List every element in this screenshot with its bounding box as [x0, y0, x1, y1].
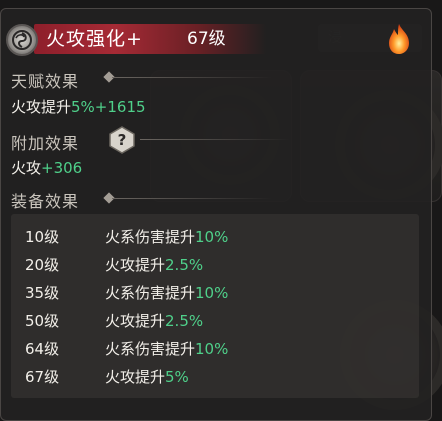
equip-effect: 火攻提升2.5% [105, 308, 203, 334]
svg-text:?: ? [118, 131, 127, 149]
equip-effect: 火攻提升5% [105, 364, 189, 390]
equip-effect: 火系伤害提升10% [105, 336, 228, 362]
equip-effect-label: 火攻提升 [105, 312, 166, 330]
equip-level: 64级 [25, 340, 60, 358]
bonus-effect-text: 火攻+306 [11, 157, 82, 178]
skill-name: 火攻强化+ [46, 28, 143, 50]
equip-effect-label: 火攻提升 [105, 256, 166, 274]
section-divider [140, 139, 290, 140]
equip-effect: 火攻提升2.5% [105, 252, 203, 278]
talent-effect-label: 火攻提升 [11, 98, 72, 116]
fire-icon [384, 22, 414, 56]
bonus-section-title: 附加效果 [11, 134, 80, 153]
equip-effect-value: 5% [165, 368, 189, 386]
section-divider [112, 77, 272, 78]
equip-level: 10级 [25, 228, 60, 246]
equip-effect: 火系伤害提升10% [105, 224, 228, 250]
equip-effect: 火系伤害提升10% [105, 280, 228, 306]
equip-effect-label: 火系伤害提升 [105, 284, 196, 302]
equip-level: 67级 [25, 368, 60, 386]
equip-effect-label: 火系伤害提升 [105, 340, 196, 358]
equip-level: 35级 [25, 284, 60, 302]
equip-level: 50级 [25, 312, 60, 330]
bonus-effect-value: +306 [41, 159, 83, 177]
list-item: 67级 火攻提升5% [11, 364, 419, 390]
equip-effect-value: 10% [195, 228, 229, 246]
equip-level: 20级 [25, 256, 60, 274]
question-hex-icon[interactable]: ? [107, 125, 137, 155]
equip-effect-value: 2.5% [165, 312, 204, 330]
swirl-emblem-icon [6, 24, 38, 56]
list-item: 50级 火攻提升2.5% [11, 308, 419, 334]
list-item: 35级 火系伤害提升10% [11, 280, 419, 306]
talent-effect-text: 火攻提升5%+1615 [11, 96, 146, 117]
equip-effect-value: 10% [195, 284, 229, 302]
skill-level: 67级 [187, 29, 226, 49]
equipment-effects-list: 10级 火系伤害提升10% 20级 火攻提升2.5% 35级 火系伤害提升10%… [11, 214, 419, 398]
list-item: 64级 火系伤害提升10% [11, 336, 419, 362]
list-item: 10级 火系伤害提升10% [11, 224, 419, 250]
equipment-section-title: 装备效果 [11, 192, 80, 211]
bonus-effect-label: 火攻 [11, 159, 42, 177]
talent-effect-value: 5%+1615 [71, 98, 146, 116]
talent-section-title: 天赋效果 [11, 72, 80, 91]
equip-effect-label: 火系伤害提升 [105, 228, 196, 246]
equip-effect-value: 10% [195, 340, 229, 358]
list-item: 20级 火攻提升2.5% [11, 252, 419, 278]
section-divider [112, 198, 272, 199]
equip-effect-value: 2.5% [165, 256, 204, 274]
equip-effect-label: 火攻提升 [105, 368, 166, 386]
